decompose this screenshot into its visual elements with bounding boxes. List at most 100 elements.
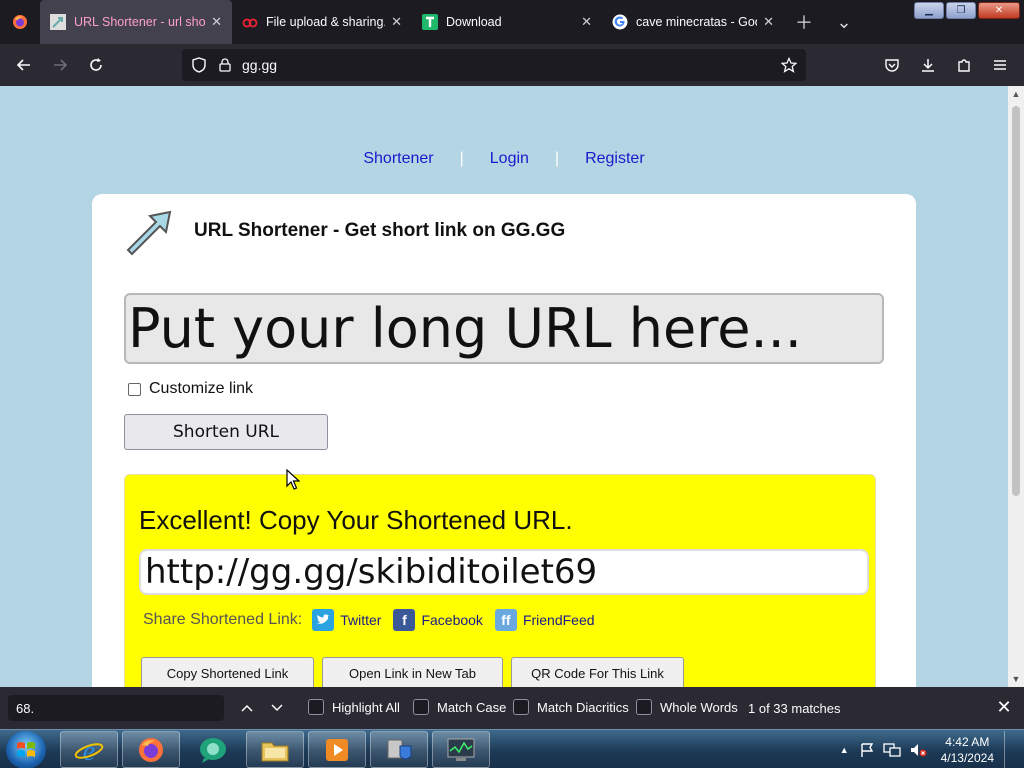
minimize-icon[interactable]: ▁ [914,2,944,19]
new-tab-icon[interactable]: ＋ [784,0,824,44]
tab-file-upload[interactable]: File upload & sharing. Se ✕ [232,0,412,44]
match-diacritics-label: Match Diacritics [537,699,629,715]
page-scrollbar[interactable]: ▲ ▼ [1008,86,1024,687]
show-desktop-button[interactable] [1004,731,1014,768]
match-count: 1 of 33 matches [748,701,841,716]
tab-close-icon[interactable]: ✕ [763,14,774,30]
twitter-icon [312,609,335,631]
lock-icon[interactable] [212,49,238,81]
firefox-taskbar-icon[interactable] [122,731,180,768]
windows-logo-icon [17,742,35,757]
scroll-down-icon[interactable]: ▼ [1008,671,1024,687]
address-bar[interactable]: gg.gg [182,49,806,81]
internet-explorer-taskbar-icon[interactable]: e [60,731,118,768]
find-close-icon[interactable]: ✕ [994,697,1014,717]
friendfeed-icon: ff [494,609,517,631]
match-diacritics-checkbox[interactable] [513,699,529,715]
open-new-tab-button[interactable]: Open Link in New Tab [322,657,503,687]
long-url-input[interactable]: Put your long URL here... [124,293,884,364]
customize-link-option[interactable]: Customize link [128,380,253,398]
highlight-all-option[interactable]: Highlight All [308,699,400,715]
restore-icon[interactable]: ❐ [946,2,976,19]
highlight-all-checkbox[interactable] [308,699,324,715]
customize-label: Customize link [149,380,254,397]
highlight-all-label: Highlight All [332,699,400,715]
system-tray: ▲ 4:42 AM 4/13/2024 [840,730,1014,768]
reload-icon[interactable] [78,47,114,83]
tab-close-icon[interactable]: ✕ [581,14,592,30]
tab-close-icon[interactable]: ✕ [391,14,402,30]
match-case-option[interactable]: Match Case [413,699,506,715]
scrollbar-thumb[interactable] [1012,106,1020,496]
back-icon[interactable] [6,47,42,83]
bookmark-star-icon[interactable] [776,49,802,81]
clock-date: 4/13/2024 [940,750,994,765]
forward-icon[interactable] [42,47,78,83]
google-favicon-icon [612,14,628,30]
list-all-tabs-icon[interactable]: ⌄ [824,0,864,44]
arrow-logo-icon [126,210,172,256]
clock-time: 4:42 AM [945,734,990,749]
find-input[interactable]: 68. [8,695,224,721]
firefox-menu-icon[interactable] [0,0,40,44]
tab-title: File upload & sharing. Se [266,15,386,29]
find-query: 68. [16,700,35,716]
share-twitter-link[interactable]: Twitter [312,609,381,631]
nav-separator: | [554,150,560,167]
tab-title: Download [446,15,502,29]
network-icon[interactable] [882,742,901,758]
navigation-toolbar: gg.gg [0,44,1024,86]
security-tool-taskbar-icon[interactable] [370,731,428,768]
volume-muted-icon[interactable] [909,742,927,758]
find-previous-icon[interactable] [234,695,260,721]
qr-code-button[interactable]: QR Code For This Link [511,657,684,687]
extensions-icon[interactable] [946,47,982,83]
tab-google[interactable]: cave minecratas - Google ✕ [602,0,784,44]
result-heading: Excellent! Copy Your Shortened URL. [139,505,573,535]
hamburger-menu-icon[interactable] [982,47,1018,83]
tab-close-icon[interactable]: ✕ [211,14,222,30]
action-center-flag-icon[interactable] [859,742,875,758]
nav-register-link[interactable]: Register [585,150,645,167]
scroll-up-icon[interactable]: ▲ [1008,86,1024,102]
share-facebook-link[interactable]: f Facebook [393,609,483,631]
result-actions: Copy Shortened Link Open Link in New Tab… [141,657,684,687]
clock[interactable]: 4:42 AM 4/13/2024 [941,734,994,766]
tab-download[interactable]: Download ✕ [412,0,602,44]
window-close-icon[interactable]: ✕ [978,2,1020,19]
copy-link-button[interactable]: Copy Shortened Link [141,657,314,687]
share-label: Share Shortened Link: [143,611,303,628]
twitter-label: Twitter [340,612,382,628]
tab-url-shortener[interactable]: URL Shortener - url short ✕ [40,0,232,44]
whole-words-checkbox[interactable] [636,699,652,715]
nav-login-link[interactable]: Login [490,150,529,167]
window-controls: ▁ ❐ ✕ [914,2,1020,19]
long-url-placeholder: Put your long URL here... [128,297,802,360]
file-explorer-taskbar-icon[interactable] [246,731,304,768]
svg-text:e: e [83,736,95,765]
pocket-icon[interactable] [874,47,910,83]
customize-checkbox[interactable] [128,382,141,396]
facebook-label: Facebook [421,612,483,628]
whole-words-option[interactable]: Whole Words [636,699,738,715]
media-player-taskbar-icon[interactable] [308,731,366,768]
show-hidden-icons-icon[interactable]: ▲ [840,745,849,755]
task-manager-taskbar-icon[interactable] [432,731,490,768]
start-button[interactable] [6,731,46,768]
app-bubble-taskbar-icon[interactable] [184,731,242,768]
short-url-field[interactable]: http://gg.gg/skibiditoilet69 [139,549,869,595]
windows-taskbar: e ▲ 4:42 AM 4/13/2024 [0,729,1024,768]
match-diacritics-option[interactable]: Match Diacritics [513,699,629,715]
shortener-card: URL Shortener - Get short link on GG.GG … [92,194,916,687]
tab-strip: URL Shortener - url short ✕ File upload … [0,0,1024,44]
nav-shortener-link[interactable]: Shortener [363,150,433,167]
find-next-icon[interactable] [264,695,290,721]
shorten-url-button[interactable]: Shorten URL [124,414,328,450]
match-case-label: Match Case [437,699,507,715]
match-case-checkbox[interactable] [413,699,429,715]
downloads-icon[interactable] [910,47,946,83]
shield-icon[interactable] [186,49,212,81]
share-friendfeed-link[interactable]: ff FriendFeed [494,609,595,631]
page-content: Shortener | Login | Register URL Shortener -… [0,86,1008,687]
find-bar: 68. Highlight All Match Case Match Diacr… [0,687,1024,729]
